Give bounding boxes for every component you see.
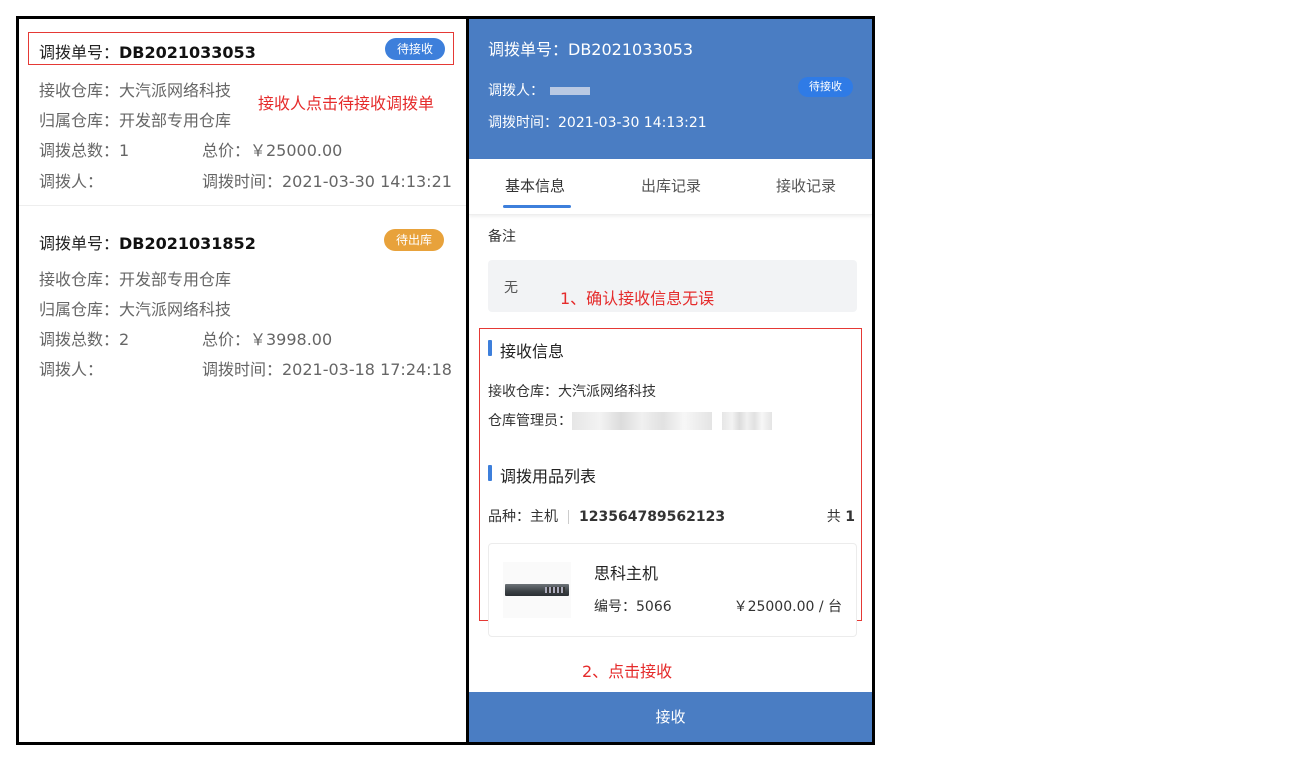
category-label: 品种：主机 [488,509,558,525]
detail-tabs: 基本信息 出库记录 接收记录 [469,159,872,215]
detail-status-badge: 待接收 [798,77,853,97]
annotation-click-receive: 2、点击接收 [582,662,673,681]
total-quantity: 调拨总数：1 [39,141,130,160]
highlight-box [28,32,454,65]
order-number: 调拨单号：DB2021031852 [39,230,256,254]
items-list-title: 调拨用品列表 [488,463,596,487]
product-image [503,562,571,618]
tab-basic-info[interactable]: 基本信息 [505,175,565,196]
order-number-value: DB2021031852 [119,234,256,253]
receive-button[interactable]: 接收 [469,692,872,742]
status-badge: 待出库 [384,229,445,251]
receive-warehouse: 接收仓库：大汽派网络科技 [39,81,232,100]
annotation-confirm: 1、确认接收信息无误 [560,289,715,308]
receive-info-title: 接收信息 [488,338,564,362]
product-price: ￥25000.00 / 台 [733,599,842,615]
transfer-time: 调拨时间：2021-03-30 14:13:21 [202,172,452,191]
detail-transfer-time: 调拨时间：2021-03-30 14:13:21 [488,115,707,131]
item-count: 共 1 [827,506,855,526]
item-count-value: 1 [845,509,855,525]
remark-title: 备注 [488,229,516,245]
category-row: 品种：主机 123564789562123 共 1 [488,506,858,526]
active-tab-indicator [503,205,571,208]
detail-header: 调拨单号：DB2021033053 调拨人： 待接收 调拨时间：2021-03-… [469,19,872,159]
owner-warehouse: 归属仓库：大汽派网络科技 [39,300,232,319]
blurred-manager-names [572,412,712,430]
blurred-name [550,87,590,95]
total-price: 总价：￥3998.00 [202,330,333,349]
detail-transferrer-label: 调拨人： [488,83,544,99]
item-count-label: 共 [826,509,841,525]
warehouse-manager-label: 仓库管理员： [488,413,572,429]
tab-receive-records[interactable]: 接收记录 [776,175,836,196]
warehouse-manager: 仓库管理员： [488,410,772,430]
product-name: 思科主机 [594,564,659,583]
tab-outbound-records[interactable]: 出库记录 [641,175,701,196]
order-number-label: 调拨单号： [39,234,120,253]
product-code: 编号：5066 [594,599,672,615]
transfer-list-panel: 调拨单号：DB2021033053 待接收 接收仓库：大汽派网络科技 归属仓库：… [19,19,466,742]
category-code: 123564789562123 [579,509,726,525]
remark-value: 无 [504,280,518,296]
total-price: 总价：￥25000.00 [202,141,343,160]
transfer-detail-panel: 调拨单号：DB2021033053 调拨人： 待接收 调拨时间：2021-03-… [469,19,872,742]
transfer-card[interactable]: 调拨单号：DB2021031852 待出库 接收仓库：开发部专用仓库 归属仓库：… [19,205,466,385]
receive-warehouse: 接收仓库：大汽派网络科技 [488,384,656,400]
product-card[interactable]: 思科主机 编号：5066 ￥25000.00 / 台 [488,543,857,637]
transferrer: 调拨人： [39,172,104,191]
server-icon [505,584,569,596]
pipe-divider [568,510,569,524]
blurred-manager-names [722,412,772,430]
annotation-click-card: 接收人点击待接收调拨单 [258,94,435,113]
transfer-time: 调拨时间：2021-03-18 17:24:18 [202,360,452,379]
detail-order-number: 调拨单号：DB2021033053 [488,40,694,59]
transferrer: 调拨人： [39,360,104,379]
owner-warehouse: 归属仓库：开发部专用仓库 [39,111,232,130]
detail-transferrer: 调拨人： [488,80,590,100]
receive-warehouse: 接收仓库：开发部专用仓库 [39,270,232,289]
total-quantity: 调拨总数：2 [39,330,130,349]
